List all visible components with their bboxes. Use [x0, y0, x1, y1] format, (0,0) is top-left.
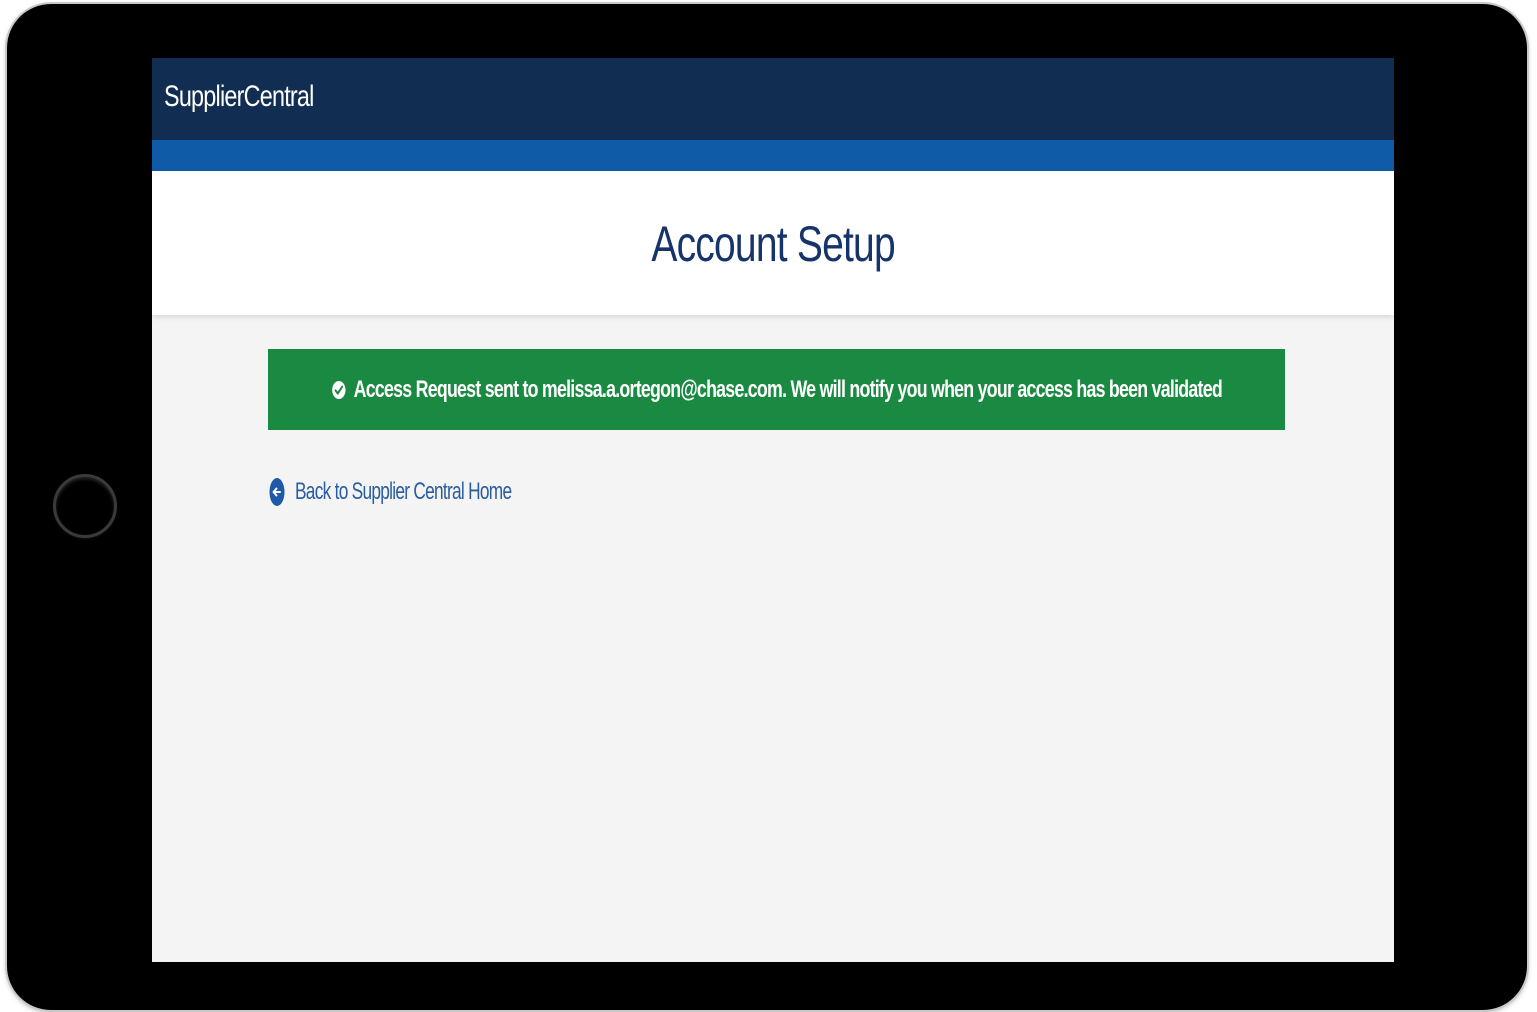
- page-title: Account Setup: [152, 215, 1394, 273]
- page-header: Account Setup: [152, 171, 1394, 315]
- success-alert-message: Access Request sent to melissa.a.ortegon…: [353, 375, 1222, 403]
- success-alert: Access Request sent to melissa.a.ortegon…: [268, 349, 1285, 430]
- tablet-home-button: [53, 474, 117, 538]
- success-alert-content: Access Request sent to melissa.a.ortegon…: [331, 375, 1223, 404]
- arrow-left-circle-icon[interactable]: [269, 476, 285, 508]
- brand-logo-text[interactable]: SupplierCentral: [164, 80, 314, 114]
- accent-bar: [152, 140, 1394, 171]
- top-navigation-bar: SupplierCentral: [152, 58, 1394, 140]
- tablet-frame: SupplierCentral Account Setup Access Req…: [7, 4, 1527, 1010]
- back-to-home-link[interactable]: Back to Supplier Central Home: [269, 476, 595, 508]
- app-screen: SupplierCentral Account Setup Access Req…: [152, 58, 1394, 962]
- page-title-text: Account Setup: [651, 216, 895, 272]
- back-to-home-label[interactable]: Back to Supplier Central Home: [295, 478, 512, 506]
- check-circle-icon: [331, 380, 346, 399]
